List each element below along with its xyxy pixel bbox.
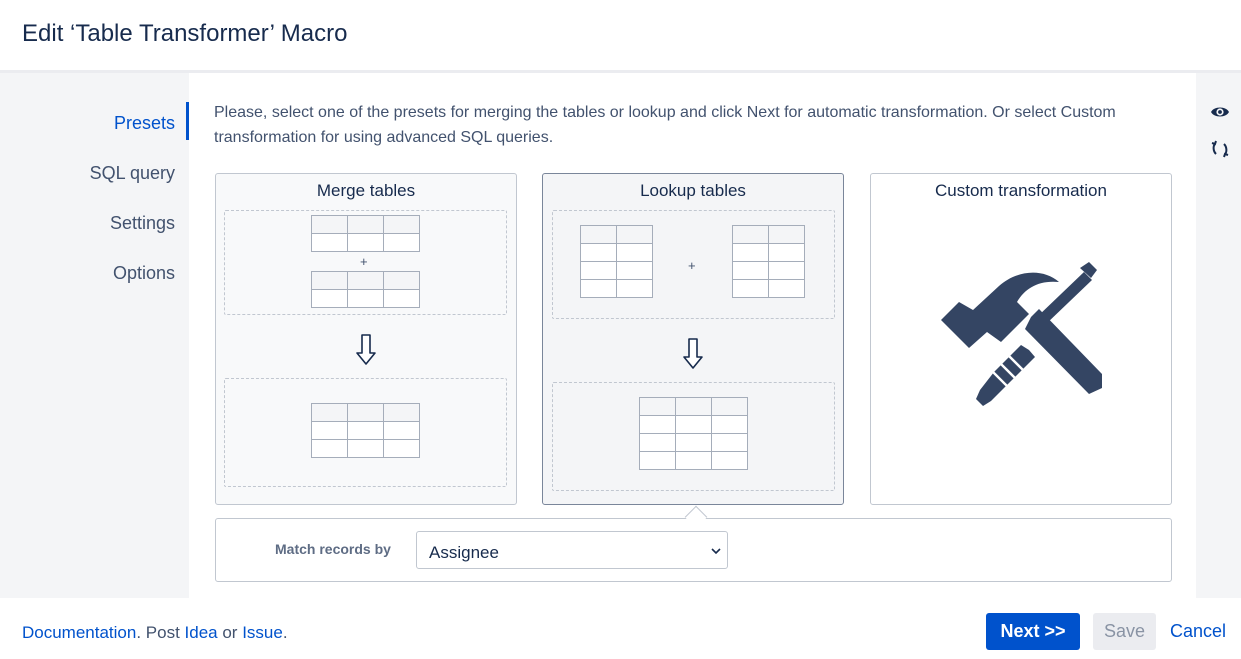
- dialog-header: Edit ‘Table Transformer’ Macro: [0, 0, 1241, 70]
- documentation-link[interactable]: Documentation: [22, 623, 136, 642]
- preset-title: Custom transformation: [935, 181, 1107, 200]
- refresh-icon[interactable]: [1210, 139, 1230, 159]
- table-illustration: [311, 403, 420, 458]
- chevron-down-icon: [711, 548, 721, 555]
- nav-item-settings[interactable]: Settings: [110, 213, 175, 234]
- table-illustration: [311, 271, 420, 308]
- nav-item-options[interactable]: Options: [113, 263, 175, 284]
- table-illustration: [311, 215, 420, 252]
- dialog-footer: Documentation. Post Idea or Issue. Next …: [0, 598, 1241, 659]
- table-illustration: [732, 225, 805, 298]
- intro-text: Please, select one of the presets for me…: [214, 104, 1116, 146]
- nav-item-presets[interactable]: Presets: [114, 113, 175, 134]
- match-records-label: Match records by: [275, 541, 391, 557]
- idea-link[interactable]: Idea: [185, 623, 218, 642]
- match-records-select[interactable]: Assignee: [416, 531, 728, 569]
- plus-sign: +: [360, 254, 368, 269]
- eye-icon[interactable]: [1210, 102, 1230, 122]
- footer-text: . Post: [136, 623, 185, 642]
- sidebar-nav: Presets SQL query Settings Options: [0, 73, 189, 598]
- match-records-panel: Match records by Assignee: [215, 518, 1172, 582]
- save-button[interactable]: Save: [1093, 613, 1156, 650]
- result-table-area: [224, 378, 507, 487]
- hammer-screwdriver-icon: [941, 262, 1102, 406]
- table-illustration: [580, 225, 653, 298]
- dialog-title: Edit ‘Table Transformer’ Macro: [22, 20, 348, 47]
- preset-card-merge-tables[interactable]: Merge tables +: [215, 173, 517, 505]
- select-value: Assignee: [429, 543, 499, 562]
- source-tables-area: +: [552, 210, 835, 319]
- right-rail: [1196, 73, 1241, 598]
- source-tables-area: +: [224, 210, 507, 315]
- footer-links: Documentation. Post Idea or Issue.: [22, 623, 288, 643]
- preset-card-custom-transformation[interactable]: Custom transformation: [870, 173, 1172, 505]
- arrow-down-icon: [683, 338, 703, 369]
- arrow-down-icon: [356, 334, 376, 365]
- nav-item-sql-query[interactable]: SQL query: [90, 163, 175, 184]
- preset-title: Merge tables: [316, 181, 416, 200]
- plus-sign: +: [688, 258, 696, 273]
- presets-panel: Please, select one of the presets for me…: [192, 73, 1196, 598]
- next-button[interactable]: Next >>: [986, 613, 1080, 650]
- footer-text: .: [282, 623, 288, 642]
- result-table-area: [552, 382, 835, 491]
- footer-text: or: [217, 623, 243, 642]
- issue-link[interactable]: Issue: [242, 623, 283, 642]
- cancel-button[interactable]: Cancel: [1170, 621, 1226, 642]
- table-illustration: [639, 397, 748, 470]
- preset-title: Lookup tables: [640, 181, 746, 200]
- nav-active-indicator: [186, 102, 189, 140]
- preset-card-lookup-tables[interactable]: Lookup tables +: [542, 173, 844, 505]
